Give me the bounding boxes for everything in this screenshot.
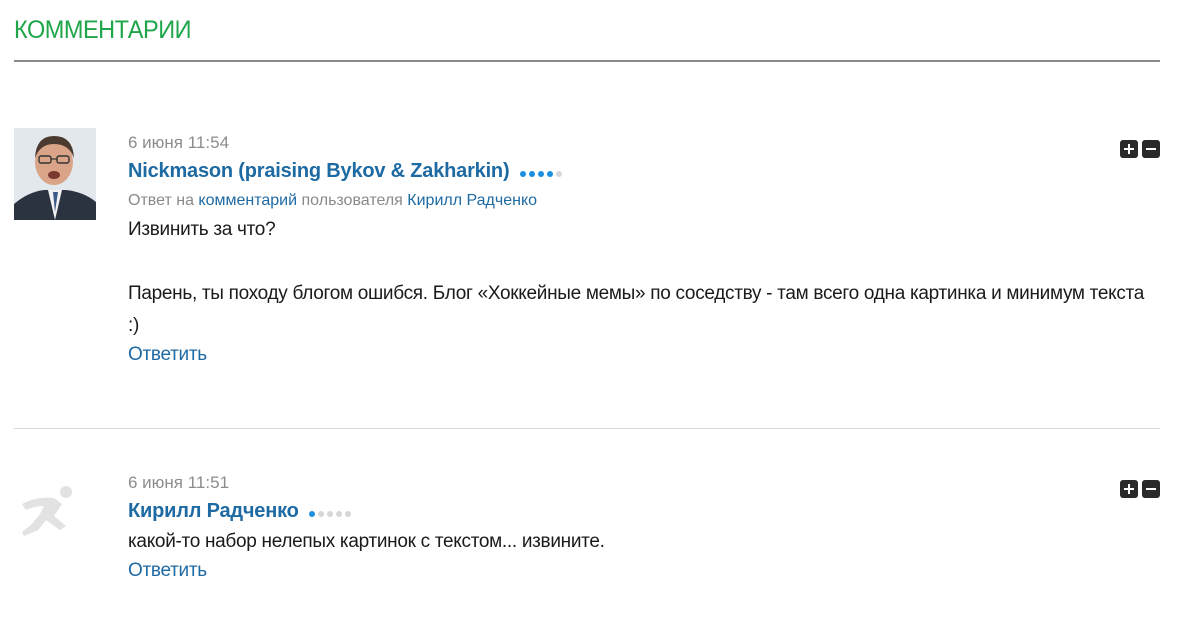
avatar[interactable] <box>14 128 96 220</box>
user-rating <box>519 162 565 184</box>
rating-dot <box>546 170 553 177</box>
user-photo <box>14 128 96 220</box>
reply-to-middle: пользователя <box>301 192 403 209</box>
section-title-rule <box>14 60 1160 62</box>
comment-text: какой-то набор нелепых картинок с тексто… <box>128 526 1158 558</box>
comment-date: 6 июня 11:51 <box>128 473 230 492</box>
rating-dot <box>309 510 316 517</box>
rating-dot <box>537 170 544 177</box>
section-title: КОММЕНТАРИИ <box>14 16 192 44</box>
comment-paragraph: какой-то набор нелепых картинок с тексто… <box>128 531 605 552</box>
comment-author[interactable]: Nickmason (praising Bykov & Zakharkin) <box>128 160 510 182</box>
rating-dot <box>345 510 352 517</box>
comment-text: Извинить за что? Парень, ты походу блого… <box>128 214 1158 342</box>
comment-date: 6 июня 11:54 <box>128 133 230 152</box>
rating-dot <box>336 510 343 517</box>
reply-to-prefix: Ответ на <box>128 192 194 209</box>
reply-to-user-link[interactable]: Кирилл Радченко <box>407 192 537 209</box>
comment-divider <box>14 428 1160 429</box>
rating-dot <box>318 510 325 517</box>
rating-dot <box>327 510 334 517</box>
rating-dot <box>555 170 562 177</box>
plus-icon[interactable] <box>1120 140 1138 158</box>
rating-dot <box>528 170 535 177</box>
comment-controls <box>1120 480 1160 498</box>
rating-dot <box>519 170 526 177</box>
plus-icon[interactable] <box>1120 480 1138 498</box>
minus-icon[interactable] <box>1142 480 1160 498</box>
reply-to-comment-link[interactable]: комментарий <box>198 192 297 209</box>
runner-placeholder-icon <box>22 486 72 536</box>
reply-button[interactable]: Ответить <box>128 342 207 368</box>
reply-button[interactable]: Ответить <box>128 558 207 584</box>
comment-paragraph: Извинить за что? <box>128 219 276 240</box>
comment-paragraph: Парень, ты походу блогом ошибся. Блог «Х… <box>128 283 1145 336</box>
comment-author[interactable]: Кирилл Радченко <box>128 500 299 522</box>
comment-controls <box>1120 140 1160 158</box>
minus-icon[interactable] <box>1142 140 1160 158</box>
avatar[interactable] <box>14 470 84 550</box>
user-rating <box>309 502 354 524</box>
reply-to-line: Ответ на комментарий пользователя Кирилл… <box>128 190 1158 212</box>
